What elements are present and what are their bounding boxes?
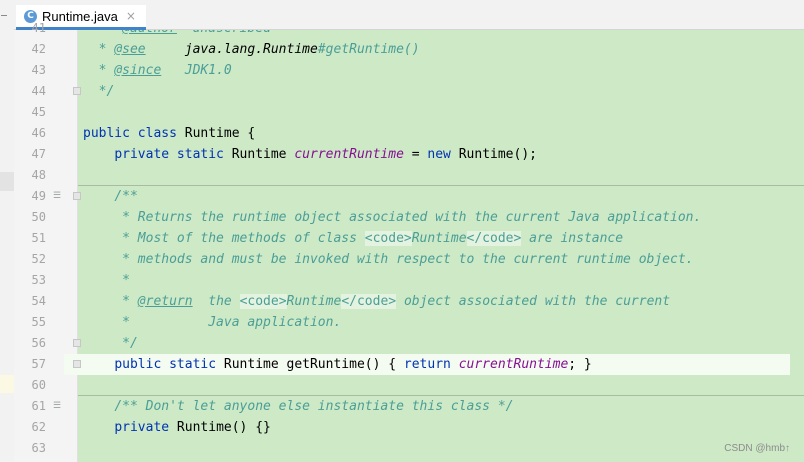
code-line: 56 */ xyxy=(0,333,790,354)
line-number: 48 xyxy=(31,168,46,182)
line-number: 62 xyxy=(31,420,46,434)
code-text: */ xyxy=(83,84,115,99)
fold-marker[interactable] xyxy=(73,192,81,200)
code-line: 47 private static Runtime currentRuntime… xyxy=(0,144,790,165)
minimize-icon[interactable] xyxy=(1,15,7,16)
line-number: 52 xyxy=(31,252,46,266)
code-line: 62 private Runtime() {} xyxy=(0,417,790,438)
code-line: 61 ☰ /** Don't let anyone else instantia… xyxy=(0,396,790,417)
line-number: 54 xyxy=(31,294,46,308)
code-line: 49 ☰ /** xyxy=(0,186,790,207)
code-line: 43 * @since JDK1.0 xyxy=(0,60,790,81)
fold-marker[interactable] xyxy=(73,87,81,95)
code-text: */ xyxy=(83,336,138,351)
line-number: 47 xyxy=(31,147,46,161)
line-number: 60 xyxy=(31,378,46,392)
line-number: 53 xyxy=(31,273,46,287)
code-text: private Runtime() {} xyxy=(114,420,271,435)
code-line: 48 xyxy=(0,165,790,186)
line-number: 55 xyxy=(31,315,46,329)
code-line: 52 * methods and must be invoked with re… xyxy=(0,249,790,270)
code-text: * Most of the methods of class <code>Run… xyxy=(83,231,624,246)
line-number: 50 xyxy=(31,210,46,224)
code-text: private static Runtime currentRuntime = … xyxy=(114,147,537,162)
code-text: public static Runtime getRuntime() { ret… xyxy=(114,357,592,372)
rendered-doc-icon[interactable]: ☰ xyxy=(52,401,62,411)
line-number: 61 xyxy=(31,399,46,413)
line-number: 57 xyxy=(31,357,46,371)
code-line: 60 xyxy=(0,375,790,396)
line-number: 49 xyxy=(31,189,46,203)
code-line-current: 57 public static Runtime getRuntime() { … xyxy=(0,354,790,375)
line-number: 43 xyxy=(31,63,46,77)
line-number: 51 xyxy=(31,231,46,245)
code-line: 41 * @author unascribed xyxy=(0,18,790,39)
code-line: 63 xyxy=(0,438,790,459)
code-text: /** xyxy=(114,189,138,204)
rendered-doc-icon[interactable]: ☰ xyxy=(52,191,62,201)
line-number: 45 xyxy=(31,105,46,119)
line-number: 41 xyxy=(31,21,46,35)
code-text: * xyxy=(83,273,130,288)
code-line: 42 * @see java.lang.Runtime#getRuntime() xyxy=(0,39,790,60)
code-text: * Returns the runtime object associated … xyxy=(83,210,702,225)
code-text: /** Don't let anyone else instantiate th… xyxy=(114,399,514,414)
code-line: 55 * Java application. xyxy=(0,312,790,333)
fold-marker[interactable] xyxy=(73,360,81,368)
watermark: CSDN @hmb↑ xyxy=(724,443,790,454)
line-number: 46 xyxy=(31,126,46,140)
code-line: 44 */ xyxy=(0,81,790,102)
code-text: * @since JDK1.0 xyxy=(83,63,232,78)
code-text: * @see java.lang.Runtime#getRuntime() xyxy=(83,42,420,57)
line-number: 63 xyxy=(31,441,46,455)
code-line: 45 xyxy=(0,102,790,123)
code-text: public class Runtime { xyxy=(83,126,256,141)
code-text: * @author unascribed xyxy=(83,21,271,36)
code-line: 51 * Most of the methods of class <code>… xyxy=(0,228,790,249)
code-line: 54 * @return the <code>Runtime</code> ob… xyxy=(0,291,790,312)
line-number: 42 xyxy=(31,42,46,56)
code-text: * methods and must be invoked with respe… xyxy=(83,252,694,267)
line-number: 56 xyxy=(31,336,46,350)
code-line: 53 * xyxy=(0,270,790,291)
code-text: * Java application. xyxy=(83,315,342,330)
line-number: 44 xyxy=(31,84,46,98)
code-line: 46 public class Runtime { xyxy=(0,123,790,144)
fold-marker[interactable] xyxy=(73,339,81,347)
code-text: * @return the <code>Runtime</code> objec… xyxy=(83,294,671,309)
code-line: 50 * Returns the runtime object associat… xyxy=(0,207,790,228)
